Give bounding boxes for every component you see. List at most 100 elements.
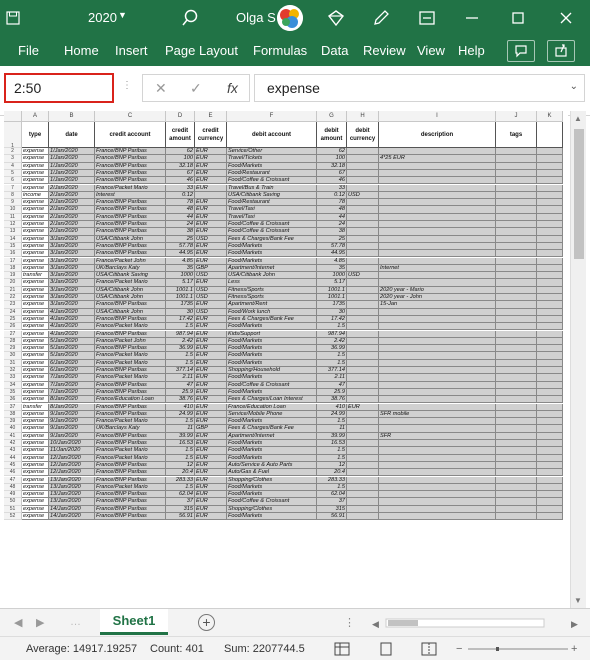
- table-cell[interactable]: France/BNP Paribas: [95, 162, 166, 170]
- table-cell[interactable]: Food/Markets: [227, 491, 317, 499]
- table-cell[interactable]: UK/Barclays Katy: [95, 264, 166, 273]
- table-cell[interactable]: 48: [166, 206, 195, 214]
- table-cell[interactable]: France/Education Loan: [95, 396, 166, 404]
- separator-dots[interactable]: ⋮: [122, 80, 132, 91]
- row-number[interactable]: 47: [4, 476, 22, 484]
- table-cell[interactable]: 1.5: [317, 323, 347, 331]
- header-cell[interactable]: credit account: [95, 122, 166, 148]
- table-cell[interactable]: transfer: [22, 272, 49, 280]
- table-cell[interactable]: Apartment/Rent: [227, 301, 317, 309]
- table-cell[interactable]: [496, 498, 537, 506]
- row-number[interactable]: 52: [4, 513, 22, 521]
- cancel-icon[interactable]: ✕: [155, 80, 167, 97]
- column-header[interactable]: I: [379, 111, 496, 122]
- table-cell[interactable]: EUR: [195, 410, 227, 419]
- header-cell[interactable]: credit currency: [195, 122, 227, 148]
- header-cell[interactable]: debit account: [227, 122, 317, 148]
- row-number[interactable]: 18: [4, 264, 22, 273]
- table-cell[interactable]: [496, 461, 537, 470]
- table-cell[interactable]: EUR: [195, 155, 227, 163]
- row-number[interactable]: 3: [4, 155, 22, 163]
- table-cell[interactable]: Food/Markets: [227, 374, 317, 382]
- table-cell[interactable]: [537, 403, 563, 411]
- table-cell[interactable]: France/BNP Paribas: [95, 228, 166, 236]
- table-cell[interactable]: EUR: [195, 374, 227, 382]
- table-cell[interactable]: 3/Jan/2020: [49, 242, 95, 251]
- row-number[interactable]: 29: [4, 345, 22, 353]
- table-cell[interactable]: [496, 169, 537, 178]
- table-cell[interactable]: 37: [166, 498, 195, 506]
- table-cell[interactable]: EUR: [195, 279, 227, 287]
- table-cell[interactable]: [496, 221, 537, 229]
- table-cell[interactable]: income: [22, 191, 49, 200]
- table-cell[interactable]: expense: [22, 323, 49, 331]
- table-cell[interactable]: 1.5: [166, 359, 195, 367]
- table-cell[interactable]: [347, 169, 379, 178]
- table-cell[interactable]: [379, 221, 496, 229]
- table-cell[interactable]: 57.78: [317, 242, 347, 251]
- table-cell[interactable]: [347, 425, 379, 433]
- table-cell[interactable]: Fitness/Sports: [227, 294, 317, 302]
- table-cell[interactable]: EUR: [195, 476, 227, 484]
- table-cell[interactable]: France/Packet Mario: [95, 279, 166, 287]
- table-cell[interactable]: Food/Markets: [227, 257, 317, 265]
- table-cell[interactable]: [496, 345, 537, 353]
- table-cell[interactable]: [347, 410, 379, 419]
- page-layout-icon[interactable]: [378, 642, 394, 656]
- table-cell[interactable]: 11: [317, 425, 347, 433]
- table-cell[interactable]: Apartment/Internet: [227, 432, 317, 440]
- table-cell[interactable]: [496, 381, 537, 389]
- table-cell[interactable]: 62.04: [166, 491, 195, 499]
- table-cell[interactable]: 36.99: [317, 345, 347, 353]
- header-cell[interactable]: type: [22, 122, 49, 148]
- table-cell[interactable]: [537, 169, 563, 178]
- row-number[interactable]: 46: [4, 469, 22, 477]
- table-cell[interactable]: Internet: [379, 264, 496, 273]
- table-cell[interactable]: 39.99: [317, 432, 347, 440]
- tab-data[interactable]: Data: [321, 43, 348, 58]
- table-cell[interactable]: [379, 461, 496, 470]
- row-number[interactable]: 9: [4, 199, 22, 207]
- table-cell[interactable]: EUR: [195, 148, 227, 156]
- table-cell[interactable]: [347, 257, 379, 265]
- row-number[interactable]: 2: [4, 148, 22, 156]
- table-cell[interactable]: 44.95: [166, 250, 195, 258]
- table-cell[interactable]: 7/Jan/2020: [49, 388, 95, 397]
- table-cell[interactable]: [537, 323, 563, 331]
- row-number[interactable]: 11: [4, 213, 22, 221]
- table-cell[interactable]: EUR: [195, 505, 227, 513]
- select-all-corner[interactable]: [4, 111, 22, 122]
- table-cell[interactable]: 2.42: [317, 337, 347, 346]
- table-cell[interactable]: [379, 169, 496, 178]
- table-cell[interactable]: [537, 454, 563, 462]
- table-cell[interactable]: 2/Jan/2020: [49, 206, 95, 214]
- row-number[interactable]: 38: [4, 410, 22, 419]
- table-cell[interactable]: expense: [22, 396, 49, 404]
- table-cell[interactable]: [347, 315, 379, 324]
- table-cell[interactable]: 1.5: [317, 352, 347, 360]
- table-cell[interactable]: [496, 476, 537, 484]
- table-cell[interactable]: France/BNP Paribas: [95, 513, 166, 521]
- tab-help[interactable]: Help: [458, 43, 485, 58]
- table-cell[interactable]: France/BNP Paribas: [95, 148, 166, 156]
- table-cell[interactable]: France/BNP Paribas: [95, 330, 166, 338]
- table-cell[interactable]: France/BNP Paribas: [95, 213, 166, 221]
- table-cell[interactable]: EUR: [195, 330, 227, 338]
- table-cell[interactable]: France/BNP Paribas: [95, 242, 166, 251]
- table-cell[interactable]: 1.5: [166, 447, 195, 455]
- table-cell[interactable]: EUR: [195, 498, 227, 506]
- name-box[interactable]: 2:50: [4, 73, 114, 103]
- sheet-prev-icon[interactable]: ◀: [14, 616, 22, 629]
- table-cell[interactable]: EUR: [195, 242, 227, 251]
- table-cell[interactable]: USA/Citibank John: [227, 272, 317, 280]
- table-cell[interactable]: [347, 345, 379, 353]
- table-cell[interactable]: [496, 228, 537, 236]
- table-cell[interactable]: EUR: [195, 169, 227, 178]
- table-cell[interactable]: expense: [22, 454, 49, 462]
- table-cell[interactable]: 9/Jan/2020: [49, 432, 95, 440]
- table-cell[interactable]: EUR: [195, 250, 227, 258]
- table-cell[interactable]: expense: [22, 388, 49, 397]
- table-cell[interactable]: expense: [22, 228, 49, 236]
- table-cell[interactable]: France/Packet Mario: [95, 374, 166, 382]
- table-cell[interactable]: 30: [166, 308, 195, 316]
